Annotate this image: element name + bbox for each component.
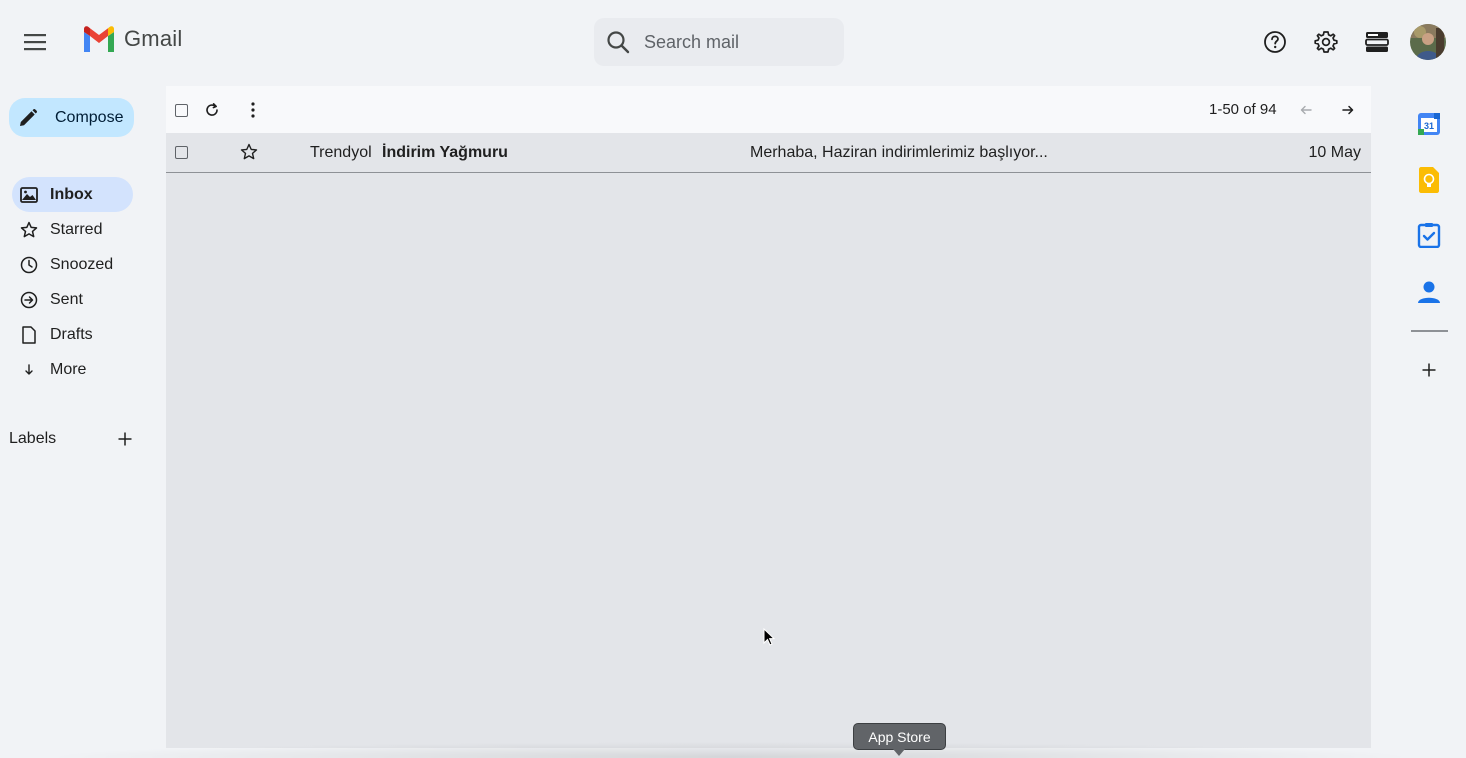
email-row[interactable]: Trendyol İndirim Yağmuru Merhaba, Hazira… bbox=[166, 133, 1371, 173]
apps-icon bbox=[1365, 32, 1389, 52]
sidebar-item-inbox[interactable]: Inbox bbox=[12, 177, 133, 212]
keep-app-button[interactable] bbox=[1411, 162, 1447, 198]
row-checkbox[interactable] bbox=[175, 146, 188, 159]
select-all-checkbox[interactable] bbox=[170, 99, 192, 121]
checkbox-box bbox=[174, 103, 188, 117]
mail-list-panel: 1-50 of 94 Trendyol İndirim Yağmuru Merh… bbox=[166, 86, 1371, 748]
more-vert-icon bbox=[251, 102, 255, 118]
tasks-app-button[interactable] bbox=[1411, 217, 1447, 253]
sidebar-item-drafts[interactable]: Drafts bbox=[12, 317, 133, 352]
sidebar-item-label: Drafts bbox=[50, 325, 93, 343]
plus-icon bbox=[1422, 363, 1436, 377]
apps-button[interactable] bbox=[1357, 22, 1397, 62]
contacts-app-button[interactable] bbox=[1411, 274, 1447, 310]
help-icon bbox=[1264, 31, 1286, 53]
support-button[interactable] bbox=[1255, 22, 1295, 62]
sidebar-item-label: Sent bbox=[50, 290, 83, 308]
settings-button[interactable] bbox=[1306, 22, 1346, 62]
star-icon bbox=[240, 143, 258, 160]
plus-icon bbox=[118, 432, 132, 446]
add-label-button[interactable] bbox=[113, 427, 137, 451]
refresh-icon bbox=[206, 103, 218, 116]
sidebar-item-starred[interactable]: Starred bbox=[12, 212, 133, 247]
send-icon bbox=[20, 291, 38, 309]
mail-toolbar: 1-50 of 94 bbox=[166, 86, 1371, 133]
sidebar-item-label: Starred bbox=[50, 220, 103, 238]
search-icon[interactable] bbox=[606, 30, 630, 54]
more-options-button[interactable] bbox=[242, 99, 264, 121]
clock-icon bbox=[20, 256, 38, 274]
email-snippet: Merhaba, Haziran indirimlerimiz başlıyor… bbox=[750, 144, 1048, 161]
tasks-icon bbox=[1417, 223, 1441, 248]
inbox-icon bbox=[20, 186, 38, 204]
gmail-logo[interactable]: Gmail bbox=[82, 26, 182, 52]
email-sender: Trendyol bbox=[310, 144, 372, 161]
account-avatar[interactable] bbox=[1410, 24, 1446, 60]
app-name: Gmail bbox=[124, 26, 183, 51]
row-star-button[interactable] bbox=[240, 143, 258, 166]
avatar-image bbox=[1410, 24, 1446, 60]
get-addons-button[interactable] bbox=[1411, 352, 1447, 388]
tooltip-arrow bbox=[893, 749, 905, 756]
calendar-day: 31 bbox=[1424, 121, 1434, 131]
calendar-icon: 31 bbox=[1418, 113, 1440, 135]
sidebar-nav: Inbox Starred Snoozed Sent Drafts More bbox=[12, 177, 133, 387]
sidebar-item-sent[interactable]: Sent bbox=[12, 282, 133, 317]
search-input[interactable] bbox=[644, 31, 824, 53]
email-date: 10 May bbox=[1308, 144, 1361, 161]
gmail-m-icon bbox=[84, 26, 114, 52]
gear-icon bbox=[1314, 31, 1338, 53]
calendar-app-button[interactable]: 31 bbox=[1411, 106, 1447, 142]
older-button[interactable] bbox=[1295, 99, 1317, 121]
arrow-down-icon bbox=[20, 361, 38, 379]
arrow-right-icon bbox=[1342, 105, 1354, 115]
compose-label: Compose bbox=[55, 108, 124, 126]
refresh-button[interactable] bbox=[201, 99, 223, 121]
labels-title: Labels bbox=[9, 430, 57, 447]
keep-icon bbox=[1419, 167, 1439, 193]
search-bar[interactable] bbox=[594, 18, 844, 66]
sidebar-item-more[interactable]: More bbox=[12, 352, 133, 387]
side-panel-divider bbox=[1411, 330, 1448, 332]
pencil-icon bbox=[20, 108, 37, 126]
sidebar-item-label: More bbox=[50, 360, 87, 378]
hamburger-icon bbox=[24, 34, 46, 51]
contacts-icon bbox=[1418, 281, 1440, 303]
main-menu-button[interactable] bbox=[15, 22, 55, 62]
email-subject: İndirim Yağmuru bbox=[382, 144, 508, 161]
dock-tooltip: App Store bbox=[853, 723, 946, 750]
star-icon bbox=[20, 221, 38, 239]
pagination-count: 1-50 of 94 bbox=[1209, 101, 1277, 118]
mouse-cursor-icon bbox=[763, 628, 775, 646]
draft-icon bbox=[20, 325, 38, 344]
labels-section: Labels bbox=[9, 427, 137, 451]
newer-button[interactable] bbox=[1337, 99, 1359, 121]
sidebar-item-label: Inbox bbox=[50, 185, 93, 203]
arrow-left-icon bbox=[1300, 105, 1312, 115]
sidebar-item-label: Snoozed bbox=[50, 255, 114, 273]
compose-button[interactable]: Compose bbox=[9, 98, 134, 137]
sidebar-item-snoozed[interactable]: Snoozed bbox=[12, 247, 133, 282]
